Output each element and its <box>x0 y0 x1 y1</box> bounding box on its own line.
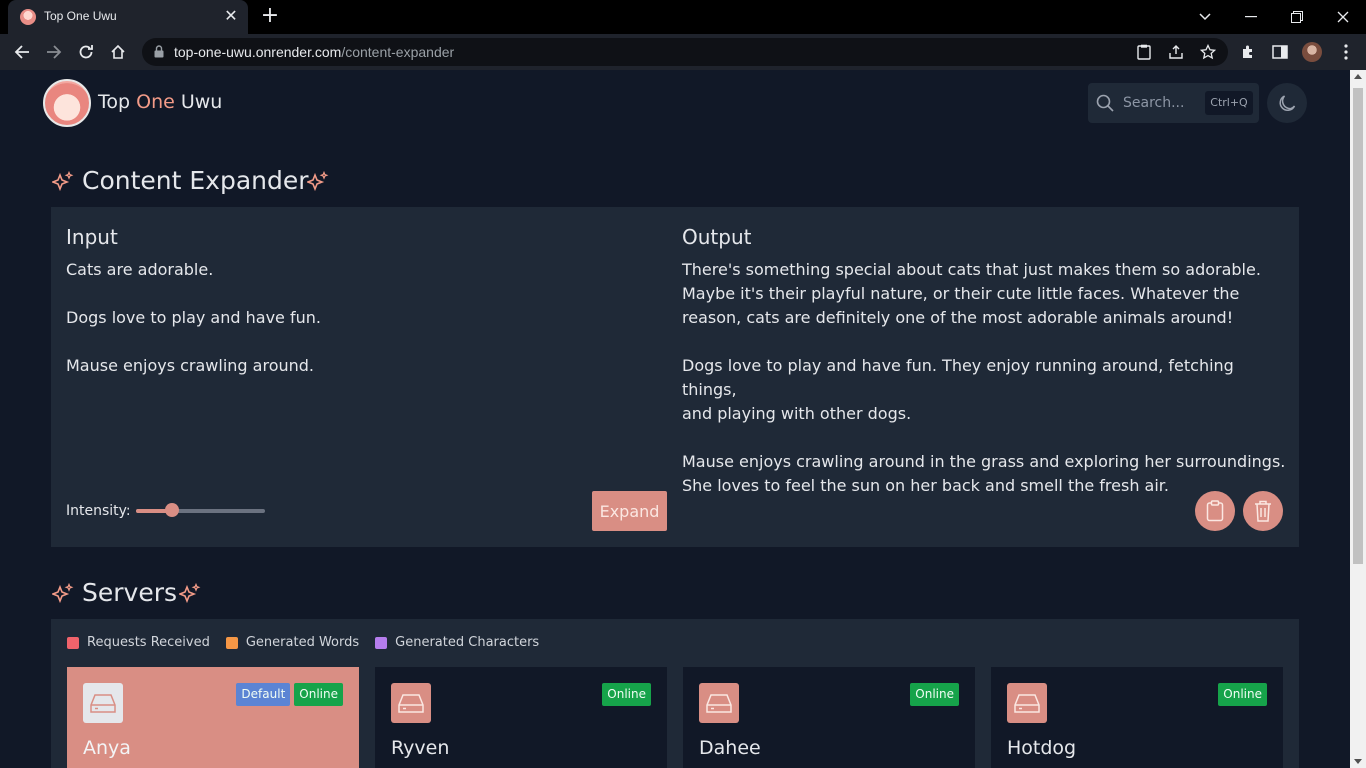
tab-search-chevron-icon[interactable] <box>1182 0 1228 34</box>
servers-title: Servers <box>82 578 178 607</box>
legend-swatch <box>225 636 238 649</box>
intensity-slider[interactable] <box>136 503 265 517</box>
legend-label: Generated Words <box>245 635 360 650</box>
theme-toggle-button[interactable] <box>1267 83 1307 123</box>
server-badges: Online <box>910 683 959 706</box>
browser-tab-strip: Top One Uwu ✕ + <box>0 0 1366 34</box>
tab-title: Top One Uwu <box>44 9 117 23</box>
url-text: top-one-uwu.onrender.com/content-expande… <box>174 44 454 60</box>
scroll-up-arrow-icon[interactable] <box>1354 74 1362 79</box>
server-drive-icon <box>391 683 431 723</box>
tab-favicon-icon <box>20 9 36 25</box>
legend-item-characters[interactable]: Generated Characters <box>375 635 539 650</box>
minimize-button[interactable] <box>1228 0 1274 34</box>
address-bar-row: top-one-uwu.onrender.com/content-expande… <box>0 34 1366 70</box>
url-path: /content-expander <box>341 44 455 60</box>
brand-part2: Uwu <box>174 91 223 113</box>
extensions-puzzle-icon[interactable] <box>1236 40 1260 64</box>
side-panel-icon[interactable] <box>1268 40 1292 64</box>
server-badges: Default Online <box>236 683 343 706</box>
scroll-down-arrow-icon[interactable] <box>1354 759 1362 764</box>
restore-button[interactable] <box>1274 0 1320 34</box>
sparkle-icon <box>179 583 201 604</box>
clipboard-icon <box>1206 500 1224 522</box>
server-card-hotdog[interactable]: Online Hotdog <box>991 667 1283 768</box>
share-icon[interactable] <box>1164 40 1188 64</box>
logo-avatar[interactable] <box>43 79 91 127</box>
server-card-dahee[interactable]: Online Dahee <box>683 667 975 768</box>
page-viewport: Top One Uwu Search... Ctrl+Q Content Exp… <box>0 70 1350 768</box>
legend-item-requests[interactable]: Requests Received <box>67 635 210 650</box>
content-expander-title: Content Expander <box>82 166 309 195</box>
url-bar[interactable]: top-one-uwu.onrender.com/content-expande… <box>142 38 1228 66</box>
content-expander-panel: Input Cats are adorable. Dogs love to pl… <box>51 207 1299 547</box>
legend-swatch <box>67 636 79 649</box>
browser-tab[interactable]: Top One Uwu ✕ <box>8 0 248 34</box>
legend-label: Generated Characters <box>395 635 540 650</box>
input-heading: Input <box>66 225 118 249</box>
search-shortcut: Ctrl+Q <box>1205 91 1253 115</box>
output-text: There's something special about cats tha… <box>682 260 1286 495</box>
server-card-anya[interactable]: Default Online Anya <box>67 667 359 768</box>
search-placeholder: Search... <box>1123 95 1185 111</box>
clear-button[interactable] <box>1243 491 1283 531</box>
servers-legend: Requests Received Generated Words Genera… <box>67 635 539 650</box>
reload-button[interactable] <box>74 40 98 64</box>
legend-swatch <box>375 636 388 649</box>
input-textarea[interactable]: Cats are adorable. Dogs love to play and… <box>66 258 656 478</box>
online-badge: Online <box>294 683 343 706</box>
browser-menu-icon[interactable] <box>1334 40 1358 64</box>
server-name: Dahee <box>699 737 761 759</box>
server-name: Hotdog <box>1007 737 1077 759</box>
bookmark-star-icon[interactable] <box>1196 40 1220 64</box>
intensity-label: Intensity: <box>66 503 131 519</box>
forward-button[interactable] <box>42 40 66 64</box>
legend-item-words[interactable]: Generated Words <box>225 635 360 650</box>
server-name: Anya <box>83 737 131 759</box>
search-button[interactable]: Search... Ctrl+Q <box>1088 83 1259 123</box>
brand-accent: One <box>136 91 175 113</box>
scrollbar-thumb[interactable] <box>1353 88 1363 564</box>
server-name: Ryven <box>391 737 450 759</box>
online-badge: Online <box>910 683 959 706</box>
sparkle-icon <box>52 583 74 604</box>
clipboard-share-icon[interactable] <box>1132 40 1156 64</box>
new-tab-button[interactable]: + <box>258 5 282 29</box>
home-button[interactable] <box>106 40 130 64</box>
copy-button[interactable] <box>1195 491 1235 531</box>
brand-part1: Top <box>98 91 137 113</box>
online-badge: Online <box>1218 683 1267 706</box>
server-drive-icon <box>83 683 123 723</box>
online-badge: Online <box>602 683 651 706</box>
url-domain: top-one-uwu.onrender.com <box>174 44 342 60</box>
output-heading: Output <box>682 225 752 249</box>
lock-icon[interactable] <box>154 45 164 58</box>
sparkle-icon <box>52 171 74 192</box>
back-button[interactable] <box>10 40 34 64</box>
moon-icon <box>1279 95 1296 112</box>
trash-icon <box>1255 500 1271 522</box>
intensity-slider-thumb[interactable] <box>165 503 180 517</box>
search-icon <box>1096 94 1114 112</box>
server-badges: Online <box>602 683 651 706</box>
brand-title[interactable]: Top One Uwu <box>98 91 222 113</box>
sparkle-icon <box>307 171 329 192</box>
servers-panel: Requests Received Generated Words Genera… <box>51 619 1299 768</box>
tab-close-icon[interactable]: ✕ <box>222 7 240 25</box>
profile-avatar[interactable] <box>1302 42 1322 62</box>
legend-label: Requests Received <box>87 635 210 650</box>
default-badge: Default <box>236 683 291 706</box>
server-drive-icon <box>699 683 739 723</box>
page-scrollbar[interactable] <box>1350 70 1366 768</box>
close-window-button[interactable] <box>1320 0 1366 34</box>
server-drive-icon <box>1007 683 1047 723</box>
server-badges: Online <box>1218 683 1267 706</box>
server-card-ryven[interactable]: Online Ryven <box>375 667 667 768</box>
expand-button[interactable]: Expand <box>592 491 667 531</box>
